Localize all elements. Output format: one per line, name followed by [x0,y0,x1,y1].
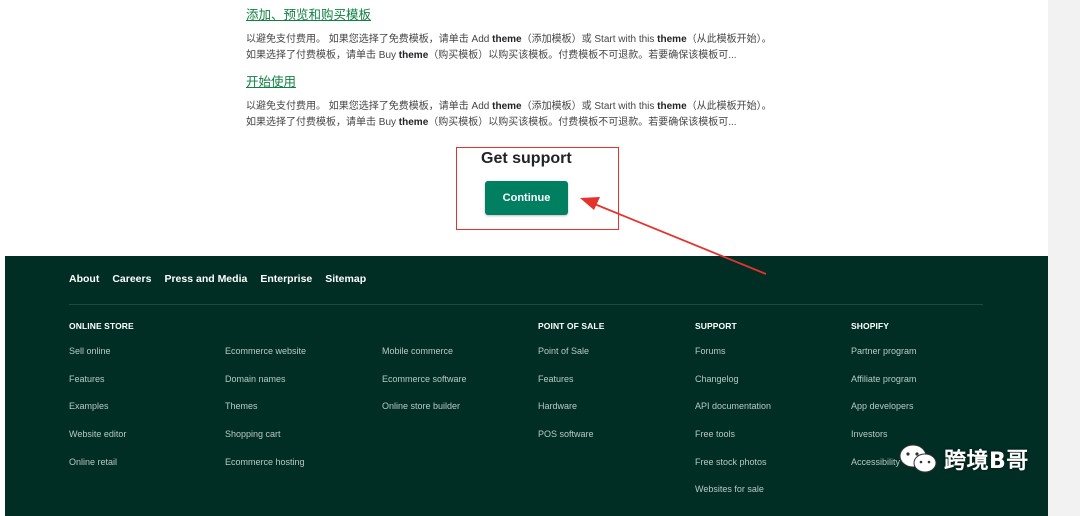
footer-link-enterprise[interactable]: Enterprise [260,273,312,285]
watermark: 跨境B哥 [898,443,1029,475]
excerpt-text: （添加模板）或 Start with this [521,34,658,45]
footer-divider [69,304,983,305]
footer-column-online-store: ONLINE STORE Sell online Features Exampl… [69,321,219,484]
excerpt-bold: theme [492,101,522,112]
footer-link[interactable]: Free stock photos [695,457,845,485]
footer-link[interactable]: Ecommerce software [382,374,532,402]
footer-link[interactable]: Examples [69,401,219,429]
footer-link[interactable]: Websites for sale [695,484,845,512]
excerpt-text: 以避免支付费用。 如果您选择了免费模板，请单击 Add [246,101,493,112]
excerpt-text: （从此模板开始）。 [686,34,772,45]
excerpt-bold: theme [657,101,687,112]
site-footer: About Careers Press and Media Enterprise… [5,256,1048,516]
footer-link-about[interactable]: About [69,273,99,285]
footer-link[interactable]: Online store builder [382,401,532,429]
excerpt-text: 如果选择了付费模板，请单击 Buy [246,50,399,61]
annotation-highlight-box [456,147,619,230]
footer-column-heading: SUPPORT [695,321,737,331]
footer-link[interactable]: Affiliate program [851,374,1001,402]
footer-column-heading [225,321,375,333]
footer-link-sitemap[interactable]: Sitemap [325,273,366,285]
footer-link[interactable]: Features [69,374,219,402]
footer-column-point-of-sale: POINT OF SALE Point of Sale Features Har… [538,321,688,457]
footer-link[interactable]: Forums [695,346,845,374]
footer-link[interactable]: Point of Sale [538,346,688,374]
footer-link[interactable]: App developers [851,401,1001,429]
article-excerpt: 以避免支付费用。 如果您选择了免费模板，请单击 Add theme（添加模板）或… [246,99,806,131]
footer-link[interactable]: Features [538,374,688,402]
article-link[interactable]: 开始使用 [246,71,296,90]
footer-link[interactable]: Sell online [69,346,219,374]
excerpt-text: 如果选择了付费模板，请单击 Buy [246,117,399,128]
footer-link[interactable]: Mobile commerce [382,346,532,374]
excerpt-text: （从此模板开始）。 [686,101,772,112]
excerpt-text: （购买模板）以购买该模板。付费模板不可退款。若要确保该模板可... [428,50,737,61]
footer-link[interactable]: Shopping cart [225,429,375,457]
footer-link[interactable]: Ecommerce hosting [225,457,375,485]
article-excerpt-line: 如果选择了付费模板，请单击 Buy theme（购买模板）以购买该模板。付费模板… [246,48,806,64]
footer-column-support: SUPPORT Forums Changelog API documentati… [695,321,845,512]
excerpt-text: 以避免支付费用。 如果您选择了免费模板，请单击 Add [246,34,493,45]
article-item: 添加、预览和购买模板 以避免支付费用。 如果您选择了免费模板，请单击 Add t… [246,4,806,64]
excerpt-bold: theme [398,117,429,128]
footer-link-careers[interactable]: Careers [112,273,151,285]
footer-link[interactable]: API documentation [695,401,845,429]
footer-primary-nav: About Careers Press and Media Enterprise… [69,273,366,285]
excerpt-bold: theme [398,50,429,61]
footer-column-online-store-extra: Mobile commerce Ecommerce software Onlin… [382,321,532,429]
article-item: 开始使用 以避免支付费用。 如果您选择了免费模板，请单击 Add theme（添… [246,71,806,131]
footer-link[interactable]: Online retail [69,457,219,485]
footer-column-heading [382,321,532,333]
footer-column-online-store-more: Ecommerce website Domain names Themes Sh… [225,321,375,484]
excerpt-bold: theme [657,34,687,45]
watermark-text: 跨境B哥 [944,449,1029,474]
footer-link[interactable]: Changelog [695,374,845,402]
footer-link-press-and-media[interactable]: Press and Media [164,273,247,285]
footer-column-heading: ONLINE STORE [69,321,134,331]
footer-link[interactable]: Themes [225,401,375,429]
article-excerpt-line: 如果选择了付费模板，请单击 Buy theme（购买模板）以购买该模板。付费模板… [246,115,806,131]
footer-link[interactable]: Partner program [851,346,1001,374]
footer-link[interactable]: Website editor [69,429,219,457]
excerpt-text: （添加模板）或 Start with this [521,101,658,112]
article-excerpt-line: 以避免支付费用。 如果您选择了免费模板，请单击 Add theme（添加模板）或… [246,99,806,115]
excerpt-text: （购买模板）以购买该模板。付费模板不可退款。若要确保该模板可... [428,117,737,128]
footer-column-heading: POINT OF SALE [538,321,605,331]
excerpt-bold: theme [492,34,522,45]
footer-link[interactable]: Free tools [695,429,845,457]
article-link[interactable]: 添加、预览和购买模板 [246,4,371,23]
footer-link[interactable]: Ecommerce website [225,346,375,374]
article-excerpt-line: 以避免支付费用。 如果您选择了免费模板，请单击 Add theme（添加模板）或… [246,32,806,48]
footer-link[interactable]: POS software [538,429,688,457]
article-excerpt: 以避免支付费用。 如果您选择了免费模板，请单击 Add theme（添加模板）或… [246,32,806,64]
footer-column-heading: SHOPIFY [851,321,890,331]
footer-link[interactable]: Hardware [538,401,688,429]
footer-link[interactable]: Domain names [225,374,375,402]
wechat-icon [899,444,937,473]
